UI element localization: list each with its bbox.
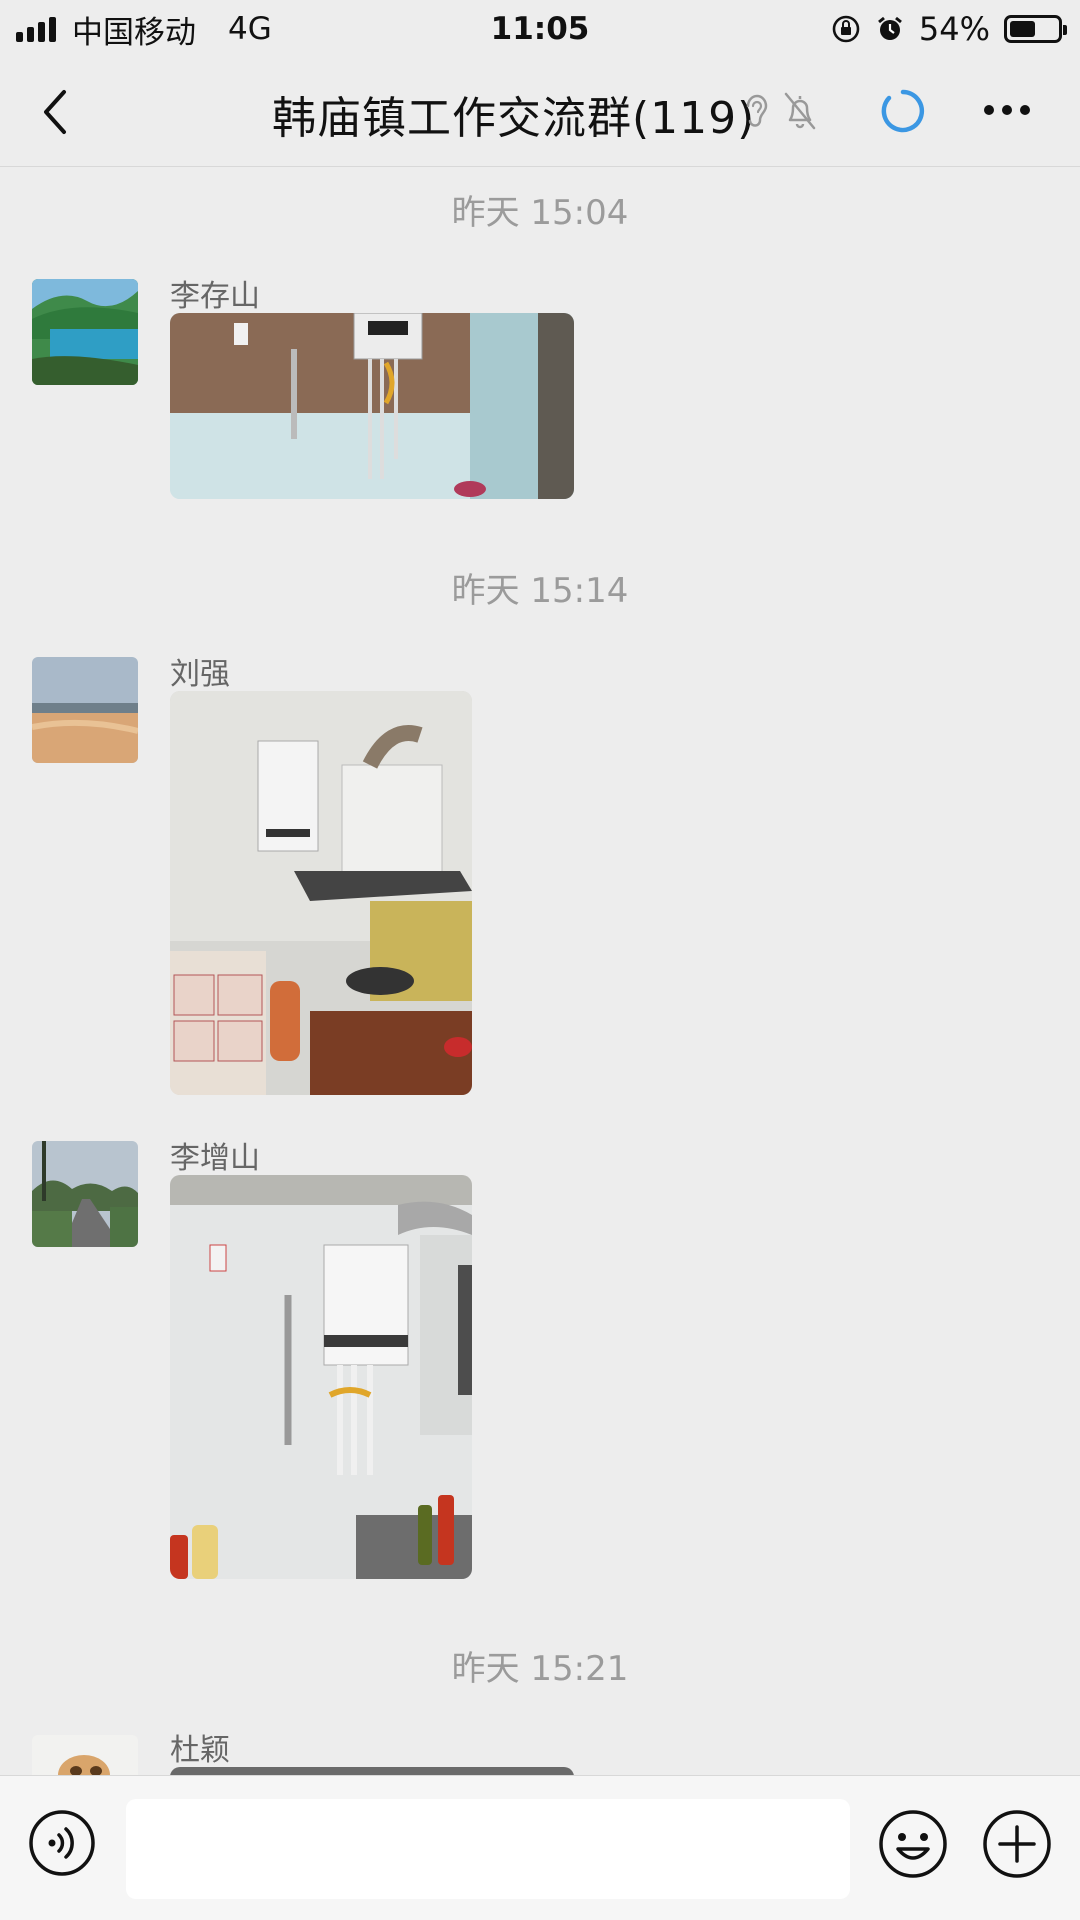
group-title: 韩庙镇工作交流群(119) [272, 93, 756, 144]
orientation-lock-icon [832, 15, 860, 43]
message-image[interactable] [170, 691, 472, 1095]
voice-icon[interactable] [28, 1809, 96, 1877]
sender-name: 杜颖 [170, 1733, 230, 1768]
mute-bell-icon [784, 92, 816, 130]
more-icon[interactable] [982, 102, 1032, 118]
battery-icon [1004, 15, 1067, 43]
carrier-label: 中国移动 [72, 14, 196, 51]
message-timestamp: 昨天 15:14 [451, 571, 629, 611]
avatar[interactable] [32, 279, 138, 385]
loading-spinner-icon [881, 89, 925, 133]
avatar[interactable] [32, 1735, 138, 1775]
sender-name: 刘强 [170, 657, 230, 692]
avatar[interactable] [32, 657, 138, 763]
status-bar: 中国移动 4G 11:05 54% [0, 0, 1080, 58]
plus-icon[interactable] [982, 1809, 1052, 1879]
emoji-icon[interactable] [878, 1809, 948, 1879]
network-label: 4G [228, 11, 272, 47]
battery-percent: 54% [918, 10, 990, 48]
message-image[interactable] [170, 1767, 574, 1775]
back-chevron-icon[interactable] [36, 86, 76, 138]
ear-icon [746, 94, 768, 127]
message-image[interactable] [170, 313, 574, 499]
alarm-icon [877, 16, 902, 40]
chat-message-list[interactable]: 昨天 15:04 李存山 昨天 15:14 刘强 李增山 昨天 15:21 杜颖 [0, 167, 1080, 1775]
nav-bar: 韩庙镇工作交流群(119) [0, 58, 1080, 167]
message-timestamp: 昨天 15:21 [451, 1649, 629, 1689]
message-image[interactable] [170, 1175, 472, 1579]
avatar[interactable] [32, 1141, 138, 1247]
chat-screen: 中国移动 4G 11:05 54% 韩庙镇工作交流群(119) 昨天 15:04… [0, 0, 1080, 1920]
sender-name: 李存山 [170, 279, 260, 314]
message-input[interactable] [126, 1799, 850, 1899]
signal-icon [16, 16, 56, 42]
message-timestamp: 昨天 15:04 [451, 193, 629, 233]
sender-name: 李增山 [170, 1141, 260, 1176]
input-bar [0, 1775, 1080, 1920]
